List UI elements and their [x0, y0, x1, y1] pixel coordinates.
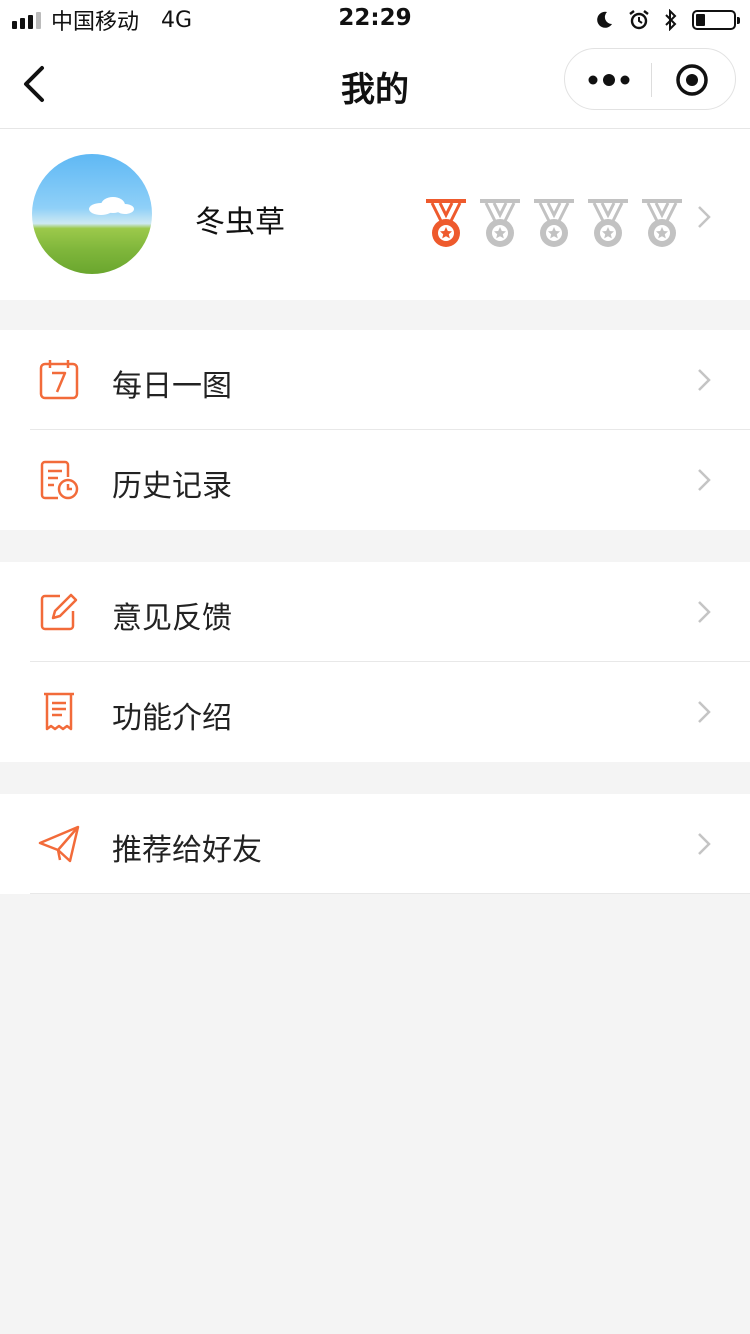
- medal-icon-inactive: [588, 199, 628, 247]
- menu-group-1: 每日一图 历史记录: [0, 330, 750, 530]
- menu-group-2: 意见反馈 功能介绍: [0, 562, 750, 762]
- history-icon: [40, 460, 79, 500]
- menu-item-daily-picture[interactable]: 每日一图: [0, 330, 750, 430]
- battery-icon: [692, 10, 740, 30]
- menu-item-label: 历史记录: [112, 469, 232, 504]
- more-icon[interactable]: [587, 67, 631, 93]
- moon-icon: [597, 11, 612, 28]
- chevron-right-icon: [698, 206, 711, 228]
- divider: [30, 893, 750, 894]
- medal-icon-inactive: [642, 199, 682, 247]
- close-miniprogram-icon[interactable]: [675, 63, 709, 97]
- menu-item-label: 推荐给好友: [112, 833, 262, 868]
- calendar-icon: [39, 360, 79, 400]
- capsule-divider: [651, 63, 652, 97]
- paper-plane-icon: [38, 825, 80, 863]
- menu-item-feature-intro[interactable]: 功能介绍: [0, 662, 750, 762]
- status-bar-right: [594, 8, 740, 32]
- miniprogram-capsule: [564, 48, 736, 110]
- menu-item-history[interactable]: 历史记录: [0, 430, 750, 530]
- menu-item-feedback[interactable]: 意见反馈: [0, 562, 750, 662]
- profile-card[interactable]: 冬虫草: [0, 129, 750, 300]
- menu-item-label: 意见反馈: [112, 601, 232, 636]
- avatar[interactable]: [32, 154, 152, 274]
- menu-item-share-to-friends[interactable]: 推荐给好友: [0, 794, 750, 894]
- chevron-right-icon: [698, 701, 711, 723]
- cloud-icon: [89, 197, 134, 215]
- chevron-right-icon: [698, 369, 711, 391]
- medal-icon-inactive: [534, 199, 574, 247]
- alarm-icon: [629, 10, 649, 30]
- chevron-right-icon: [698, 601, 711, 623]
- menu-item-label: 功能介绍: [112, 701, 232, 736]
- edit-icon: [40, 593, 78, 631]
- medal-icon-active: [426, 199, 466, 247]
- chevron-right-icon: [698, 833, 711, 855]
- medal-icon-inactive: [480, 199, 520, 247]
- medal-list: [426, 199, 682, 251]
- navigation-bar: 我的: [0, 40, 750, 129]
- user-nickname: 冬虫草: [195, 205, 285, 240]
- bluetooth-icon: [665, 9, 677, 31]
- receipt-icon: [44, 692, 74, 731]
- menu-item-label: 每日一图: [112, 369, 232, 404]
- chevron-right-icon: [698, 469, 711, 491]
- status-bar: 中国移动 4G 22:29: [0, 0, 750, 40]
- menu-group-3: 推荐给好友: [0, 794, 750, 894]
